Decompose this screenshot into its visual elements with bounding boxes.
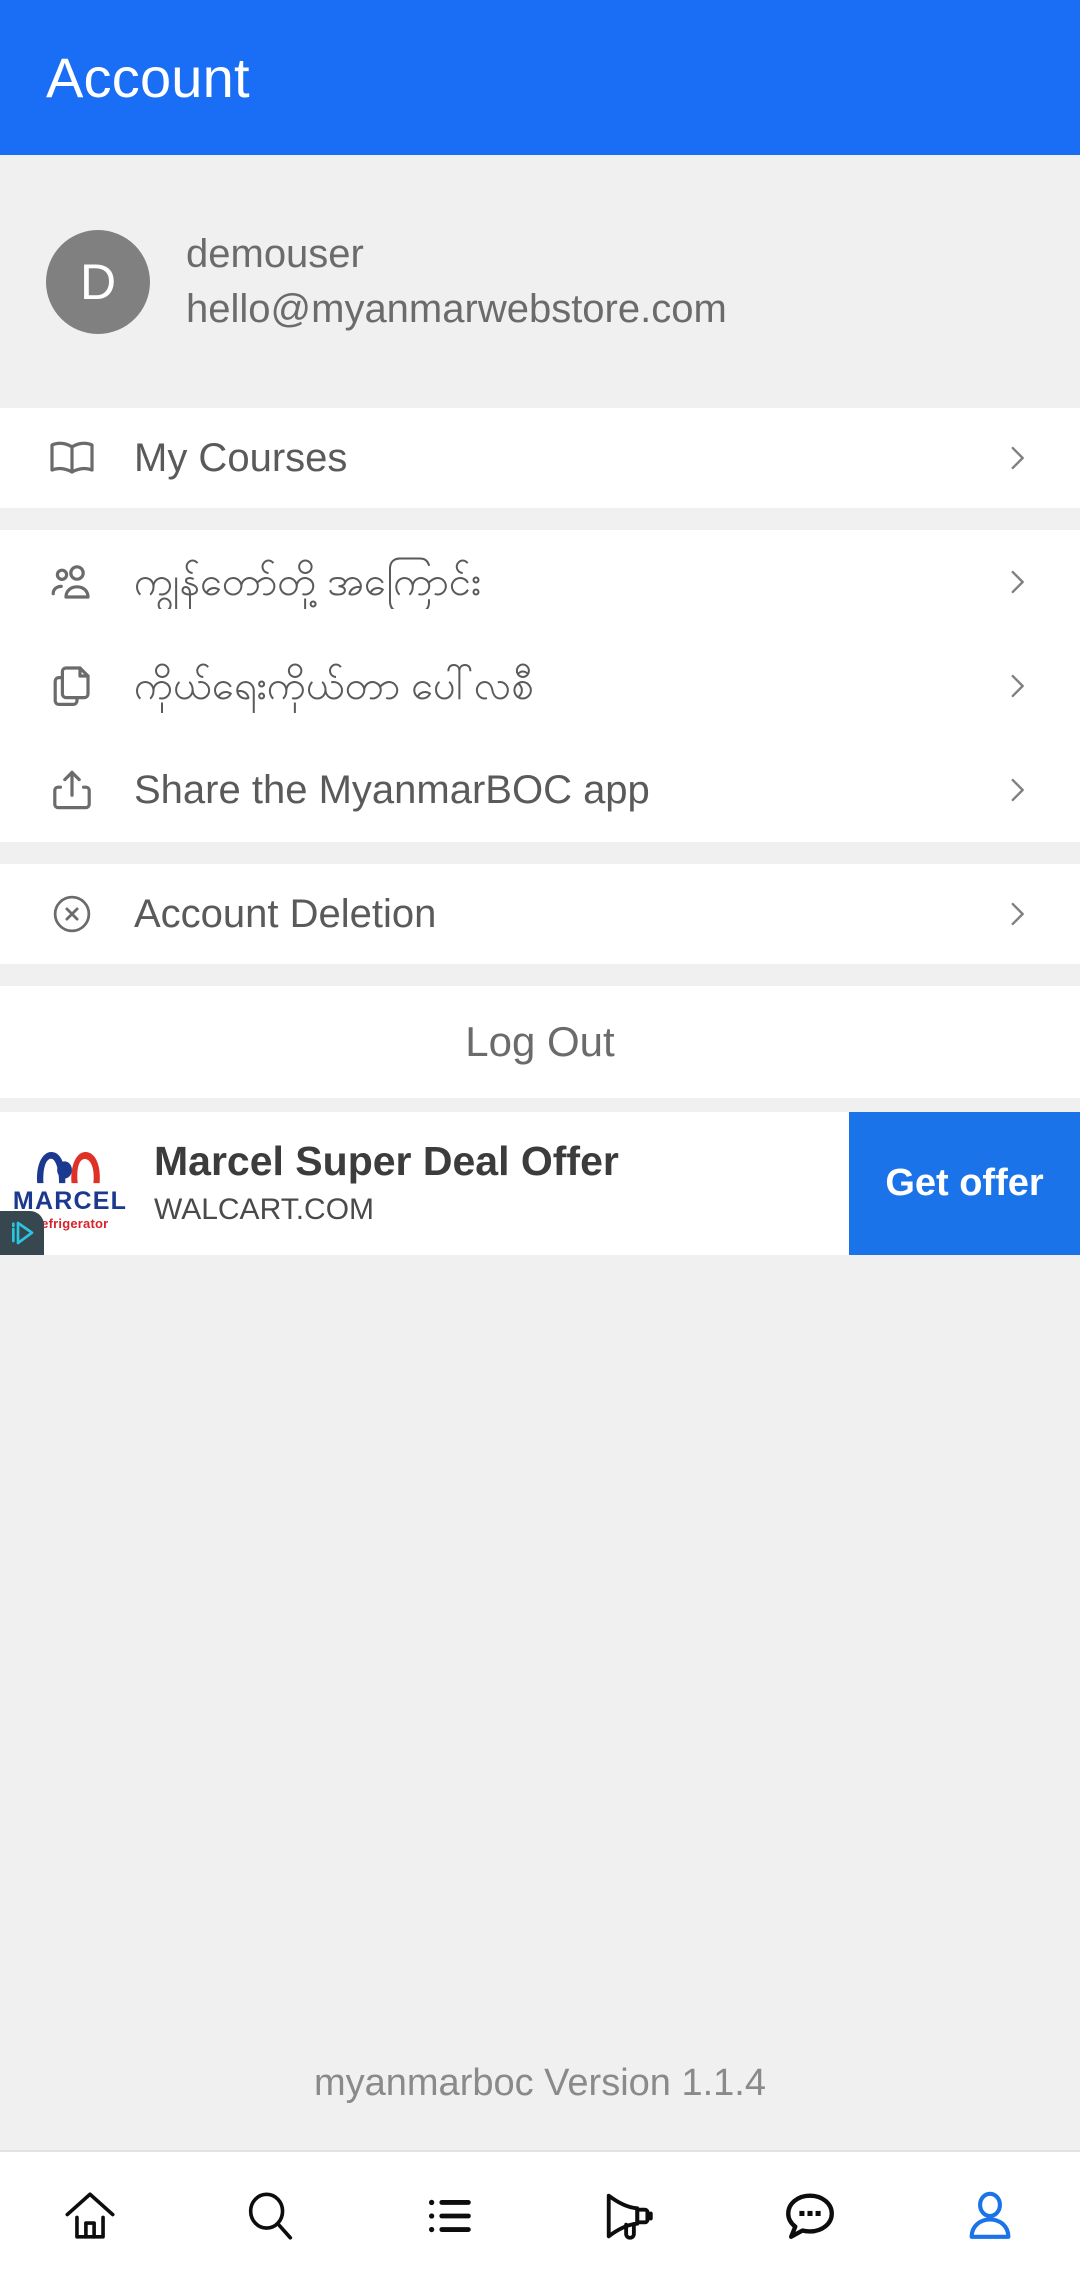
search-icon [241, 2187, 299, 2245]
chevron-right-icon [1000, 441, 1034, 475]
section-courses: My Courses [0, 408, 1080, 508]
row-share-app[interactable]: Share the MyanmarBOC app [0, 738, 1080, 842]
chat-bubble-icon [781, 2187, 839, 2245]
nav-item-account[interactable] [900, 2152, 1080, 2279]
chevron-right-icon [1000, 897, 1034, 931]
ad-banner[interactable]: MARCEL Refrigerator Marcel Super Deal Of… [0, 1112, 1080, 1255]
megaphone-icon [601, 2187, 659, 2245]
profile-username: demouser [186, 231, 364, 276]
bottom-navigation [0, 2150, 1080, 2279]
row-about-us[interactable]: ကျွန်တော်တို့ အကြောင်း [0, 530, 1080, 634]
person-icon [961, 2187, 1019, 2245]
section-account-deletion: Account Deletion [0, 864, 1080, 964]
ad-title: Marcel Super Deal Offer [154, 1138, 619, 1185]
logout-label: Log Out [465, 1018, 615, 1065]
ad-body: Marcel Super Deal Offer WALCART.COM [140, 1112, 849, 1255]
chevron-right-icon [1000, 773, 1034, 807]
row-label: Share the MyanmarBOC app [134, 767, 650, 812]
row-label: ကိုယ်ရေးကိုယ်တာ ပေါ်လစီ [134, 664, 534, 708]
row-my-courses[interactable]: My Courses [0, 408, 1080, 508]
profile-text: demouser hello@myanmarwebstore.com [186, 230, 727, 334]
nav-item-home[interactable] [0, 2152, 180, 2279]
circle-x-icon [46, 888, 98, 940]
documents-icon [46, 660, 98, 712]
page-title: Account [46, 46, 250, 109]
get-offer-button[interactable]: Get offer [849, 1112, 1080, 1255]
people-icon [46, 556, 98, 608]
home-icon [61, 2187, 119, 2245]
list-icon [421, 2187, 479, 2245]
row-label: Account Deletion [134, 891, 437, 936]
adchoices-icon[interactable] [0, 1211, 44, 1255]
chevron-right-icon [1000, 565, 1034, 599]
row-privacy-policy[interactable]: ကိုယ်ရေးကိုယ်တာ ပေါ်လစီ [0, 634, 1080, 738]
ad-brand-word: MARCEL [12, 1186, 128, 1215]
get-offer-label: Get offer [885, 1162, 1044, 1204]
nav-item-chat[interactable] [720, 2152, 900, 2279]
row-label: My Courses [134, 435, 348, 480]
section-divider [0, 842, 1080, 864]
row-account-deletion[interactable]: Account Deletion [0, 864, 1080, 964]
book-open-icon [46, 432, 98, 484]
nav-item-announcements[interactable] [540, 2152, 720, 2279]
app-header: Account [0, 0, 1080, 155]
nav-item-search[interactable] [180, 2152, 360, 2279]
adchoices-glyph [11, 1221, 34, 1245]
chevron-right-icon [1000, 669, 1034, 703]
row-label: ကျွန်တော်တို့ အကြောင်း [134, 560, 482, 604]
app-version-label: myanmarboc Version 1.1.4 [313, 2062, 766, 2104]
content-filler: myanmarboc Version 1.1.4 [0, 1255, 1080, 2150]
share-icon [46, 764, 98, 816]
section-info: ကျွန်တော်တို့ အကြောင်း ကိုယ်ရေးကိုယ်တာ ပ… [0, 530, 1080, 842]
account-screen: Account D demouser hello@myanmarwebstore… [0, 0, 1080, 2279]
logout-button[interactable]: Log Out [0, 986, 1080, 1098]
avatar: D [46, 229, 150, 334]
marcel-logo-mark [37, 1151, 100, 1183]
nav-item-list[interactable] [360, 2152, 540, 2279]
section-divider [0, 964, 1080, 986]
section-divider [0, 508, 1080, 530]
profile-section[interactable]: D demouser hello@myanmarwebstore.com [0, 155, 1080, 408]
section-divider [0, 1098, 1080, 1112]
ad-url: WALCART.COM [154, 1192, 375, 1226]
profile-email: hello@myanmarwebstore.com [186, 286, 727, 331]
